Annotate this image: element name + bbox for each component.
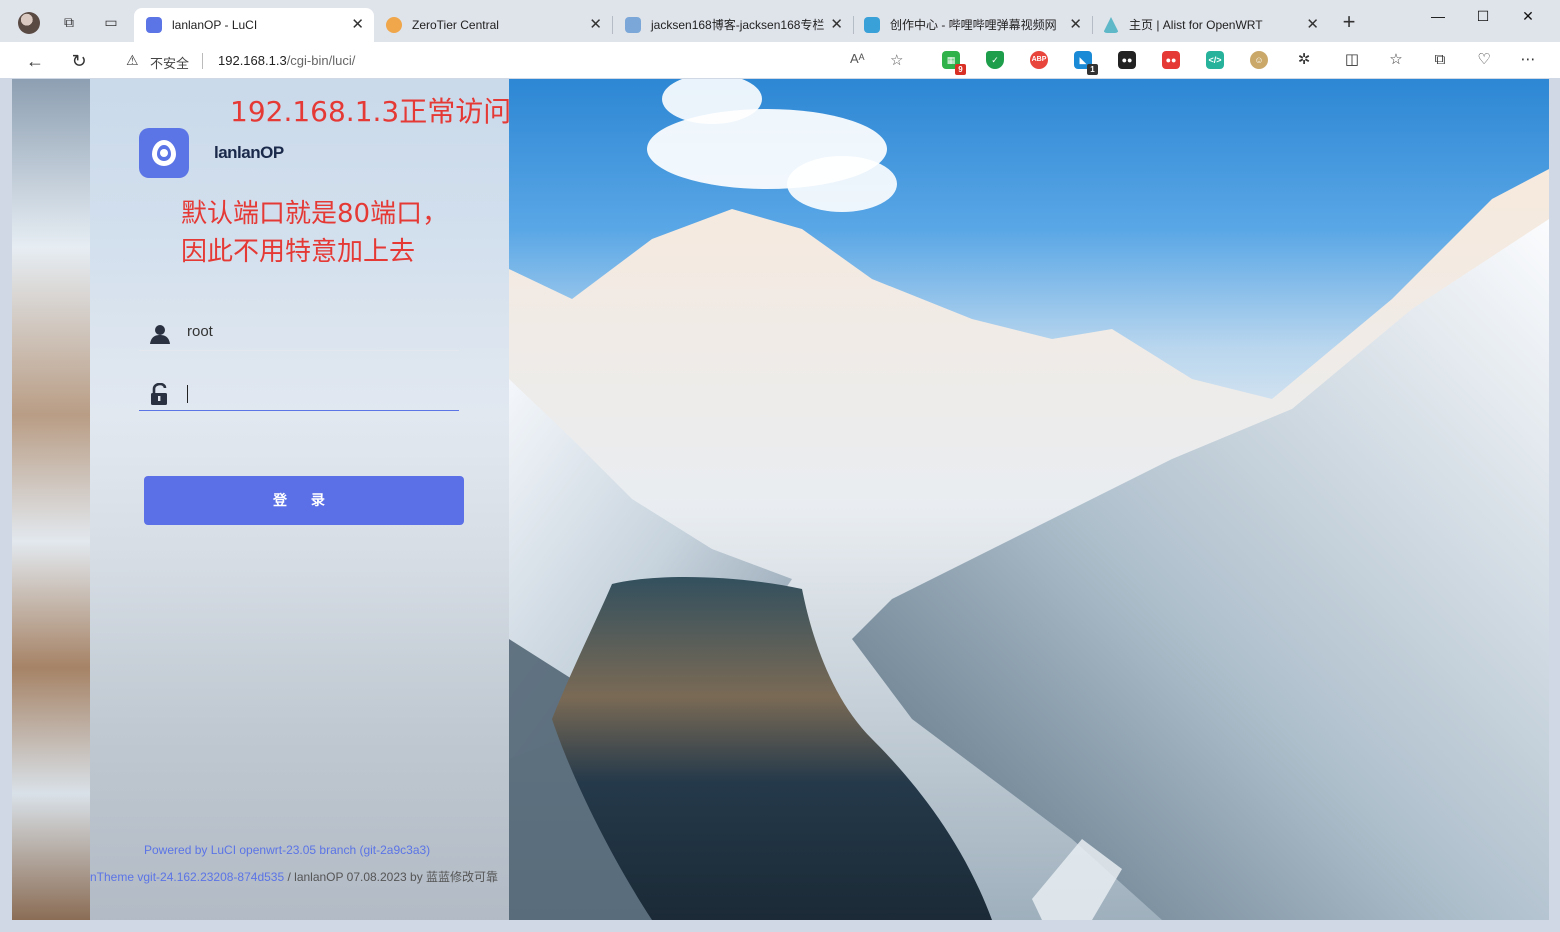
bilibili-favicon-icon xyxy=(864,17,880,33)
more-menu-icon[interactable]: ⋯ xyxy=(1518,50,1538,70)
username-field[interactable]: root xyxy=(139,315,459,351)
close-tab-icon[interactable]: ✕ xyxy=(1306,8,1319,42)
annotation-line: 因此不用特意加上去 xyxy=(181,237,416,267)
back-icon[interactable]: ← xyxy=(24,50,46,72)
close-tab-icon[interactable]: ✕ xyxy=(351,8,364,42)
bird-extension-icon[interactable]: ◣ 1 xyxy=(1074,51,1098,75)
refresh-icon[interactable]: ↻ xyxy=(68,50,90,72)
red-extension-icon[interactable]: ●● xyxy=(1162,51,1180,69)
extension-badge: 9 xyxy=(955,64,966,75)
browser-toolbar: ← ↻ ⚠ 不安全 192.168.1.3/cgi-bin/luci/ Aᴬ ☆… xyxy=(0,42,1560,78)
close-window-icon[interactable]: ✕ xyxy=(1518,6,1538,26)
tab-title: 创作中心 - 哔哩哔哩弹幕视频网 xyxy=(890,18,1057,32)
extension-grid-icon[interactable]: ▦ 9 xyxy=(942,51,966,75)
workspaces-icon[interactable]: ⧉ xyxy=(60,14,78,30)
tab-title: lanlanOP - LuCI xyxy=(172,18,258,32)
tab-jacksen-blog[interactable]: jacksen168博客-jacksen168专栏 ✕ xyxy=(613,8,853,42)
extension-badge: 1 xyxy=(1087,64,1098,75)
password-field[interactable] xyxy=(139,375,459,411)
tv-favicon-icon xyxy=(625,17,641,33)
extensions-puzzle-icon[interactable]: ✲ xyxy=(1294,50,1314,70)
tab-title: jacksen168博客-jacksen168专栏 xyxy=(651,18,825,32)
build-info: / lanlanOP 07.08.2023 by 蓝蓝修改可靠 xyxy=(284,870,499,884)
split-screen-icon[interactable]: ◫ xyxy=(1342,50,1362,70)
alist-favicon-icon xyxy=(1103,17,1119,33)
close-tab-icon[interactable]: ✕ xyxy=(830,8,843,42)
brand-name: lanlanOP xyxy=(214,143,284,162)
close-tab-icon[interactable]: ✕ xyxy=(589,8,602,42)
shield-extension-icon[interactable]: ✓ xyxy=(986,51,1004,69)
new-tab-button[interactable]: + xyxy=(1338,11,1360,34)
theme-version-link[interactable]: nTheme vgit-24.162.23208-874d535 xyxy=(90,870,284,884)
zerotier-favicon-icon xyxy=(386,17,402,33)
lanlanop-logo-icon xyxy=(139,128,189,178)
url-text[interactable]: 192.168.1.3/cgi-bin/luci/ xyxy=(218,53,355,68)
address-bar[interactable]: ⚠ 不安全 192.168.1.3/cgi-bin/luci/ Aᴬ ☆ xyxy=(108,47,918,74)
tab-actions-icon[interactable]: ▭ xyxy=(102,14,120,30)
unlock-icon xyxy=(151,383,167,405)
favorite-star-icon[interactable]: ☆ xyxy=(890,51,903,69)
annotation-line: 默认端口就是80端口， xyxy=(181,199,449,229)
adblock-icon[interactable]: ABP xyxy=(1030,51,1048,69)
login-button[interactable]: 登 录 xyxy=(144,476,464,525)
url-host: 192.168.1.3 xyxy=(218,53,287,68)
text-cursor xyxy=(187,385,188,403)
username-value[interactable]: root xyxy=(187,323,213,340)
profile-avatar[interactable] xyxy=(18,12,40,34)
collections-icon[interactable]: ⧉ xyxy=(1430,50,1450,70)
luci-version-link[interactable]: Powered by LuCI openwrt-23.05 branch (gi… xyxy=(144,843,430,857)
minimize-icon[interactable]: — xyxy=(1428,6,1448,26)
warning-icon[interactable]: ⚠ xyxy=(126,52,139,69)
tampermonkey-icon[interactable]: ●● xyxy=(1118,51,1136,69)
luci-favicon-icon xyxy=(146,17,162,33)
tab-strip: ⧉ ▭ lanlanOP - LuCI ✕ ZeroTier Central ✕… xyxy=(0,0,1560,42)
url-path: /cgi-bin/luci/ xyxy=(286,53,356,68)
user-icon xyxy=(150,325,170,344)
close-tab-icon[interactable]: ✕ xyxy=(1069,8,1082,42)
blurred-background-strip xyxy=(12,79,90,920)
annotation-access-note: 192.168.1.3正常访问 xyxy=(230,95,512,128)
logo-dot xyxy=(160,149,168,157)
devtools-extension-icon[interactable]: </> xyxy=(1206,51,1224,69)
avatar-extension-icon[interactable]: ☺ xyxy=(1250,51,1268,69)
tab-title: 主页 | Alist for OpenWRT xyxy=(1129,18,1263,32)
annotation-port-note: 默认端口就是80端口， 因此不用特意加上去 xyxy=(181,195,448,271)
theme-version-footer: nTheme vgit-24.162.23208-874d535 / lanla… xyxy=(90,868,509,885)
tab-bilibili[interactable]: 创作中心 - 哔哩哔哩弹幕视频网 ✕ xyxy=(852,8,1092,42)
favorites-icon[interactable]: ☆ xyxy=(1386,50,1406,70)
page-viewport: 192.168.1.3正常访问 lanlanOP 默认端口就是80端口， 因此不… xyxy=(12,79,1549,920)
security-label[interactable]: 不安全 xyxy=(150,53,189,72)
maximize-icon[interactable]: ☐ xyxy=(1473,6,1493,26)
login-panel: 192.168.1.3正常访问 lanlanOP 默认端口就是80端口， 因此不… xyxy=(90,79,512,920)
tab-zerotier[interactable]: ZeroTier Central ✕ xyxy=(374,8,612,42)
tab-luci[interactable]: lanlanOP - LuCI ✕ xyxy=(134,8,374,42)
read-aloud-icon[interactable]: Aᴬ xyxy=(850,51,865,66)
tab-title: ZeroTier Central xyxy=(412,18,499,32)
tab-alist[interactable]: 主页 | Alist for OpenWRT ✕ xyxy=(1091,8,1329,42)
performance-icon[interactable]: ♡ xyxy=(1474,50,1494,70)
address-divider xyxy=(202,53,203,69)
